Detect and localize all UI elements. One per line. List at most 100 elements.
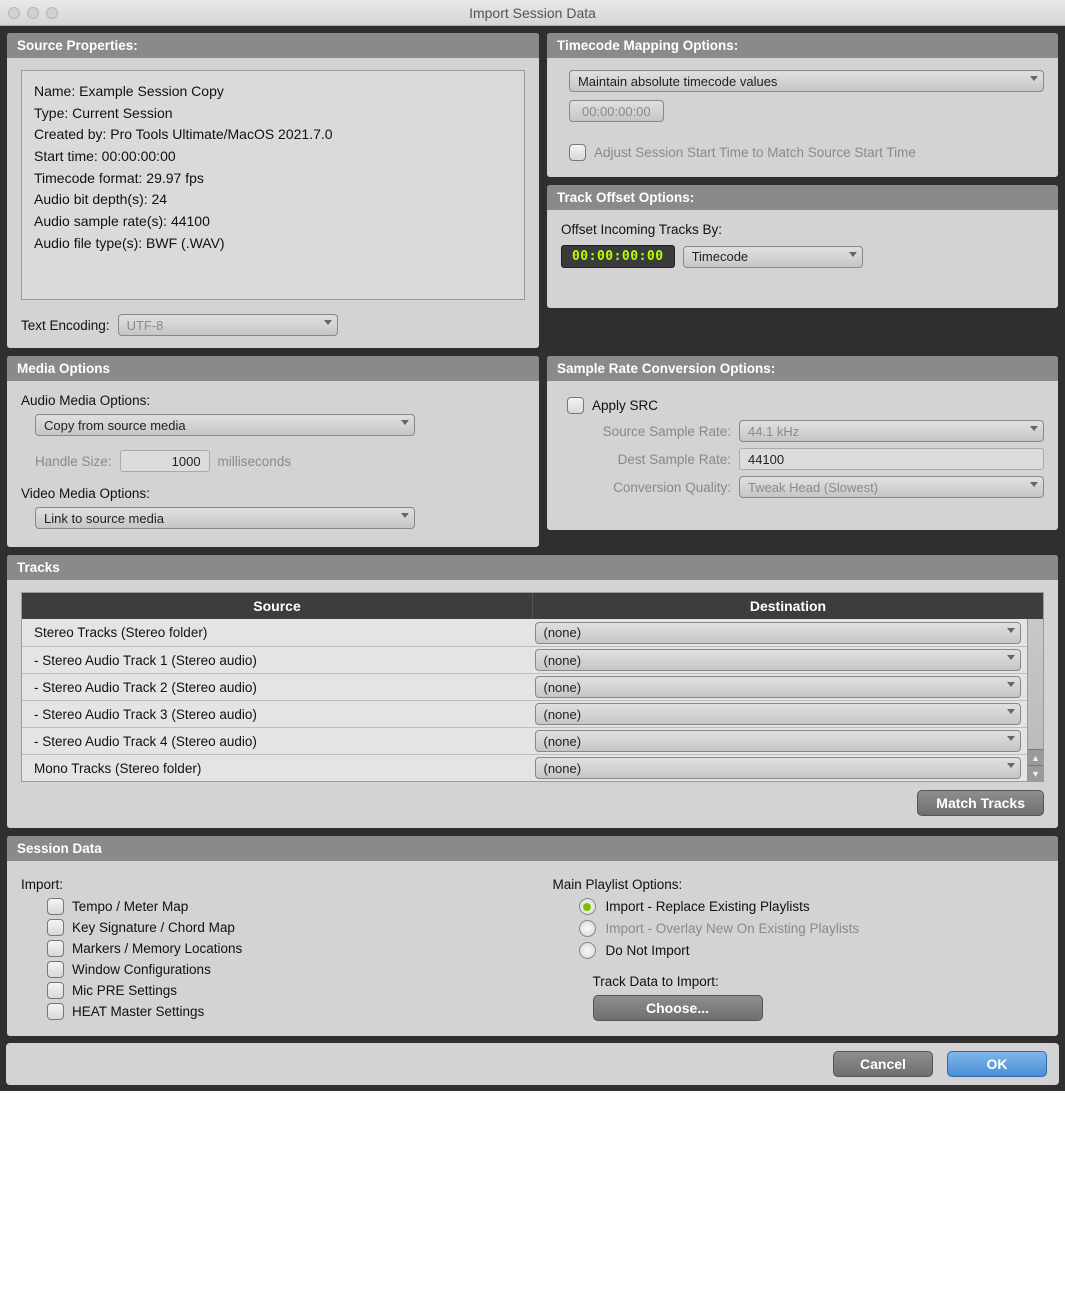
scroll-down-icon[interactable]: ▼	[1028, 765, 1043, 781]
title-bar: Import Session Data	[0, 0, 1065, 26]
track-destination-select[interactable]: (none)	[535, 676, 1022, 698]
prop-bit: Audio bit depth(s): 24	[34, 189, 512, 211]
col-source: Source	[22, 593, 532, 619]
timecode-mapping-header: Timecode Mapping Options:	[547, 33, 1058, 58]
tracks-panel: Tracks Source Destination Stereo Tracks …	[6, 554, 1059, 829]
window-title: Import Session Data	[0, 5, 1065, 21]
dialog-body: Source Properties: Name: Example Session…	[0, 26, 1065, 1091]
tempo-label: Tempo / Meter Map	[72, 899, 188, 914]
track-source-cell[interactable]: - Stereo Audio Track 1 (Stereo audio)	[22, 647, 533, 673]
dest-sr-input[interactable]	[739, 448, 1044, 470]
source-sr-label: Source Sample Rate:	[561, 424, 731, 439]
handle-size-unit: milliseconds	[218, 454, 292, 469]
key-checkbox[interactable]	[47, 919, 64, 936]
scroll-up-icon[interactable]: ▲	[1028, 749, 1043, 765]
markers-checkbox[interactable]	[47, 940, 64, 957]
table-row: - Stereo Audio Track 1 (Stereo audio)(no…	[22, 646, 1027, 673]
window-config-checkbox[interactable]	[47, 961, 64, 978]
offset-unit-select[interactable]: Timecode	[683, 246, 863, 268]
window-config-label: Window Configurations	[72, 962, 211, 977]
table-row: Mono Tracks (Stereo folder)(none)	[22, 754, 1027, 781]
track-destination-select[interactable]: (none)	[535, 622, 1022, 644]
table-row: - Stereo Audio Track 4 (Stereo audio)(no…	[22, 727, 1027, 754]
adjust-start-checkbox[interactable]	[569, 144, 586, 161]
offset-label: Offset Incoming Tracks By:	[561, 222, 1044, 237]
track-source-cell[interactable]: Mono Tracks (Stereo folder)	[22, 755, 533, 781]
markers-label: Markers / Memory Locations	[72, 941, 242, 956]
video-media-select[interactable]: Link to source media	[35, 507, 415, 529]
session-data-panel: Session Data Import: Tempo / Meter Map K…	[6, 835, 1059, 1037]
text-encoding-select[interactable]: UTF-8	[118, 314, 338, 336]
src-panel: Sample Rate Conversion Options: Apply SR…	[546, 355, 1059, 531]
track-source-cell[interactable]: - Stereo Audio Track 4 (Stereo audio)	[22, 728, 533, 754]
ok-button[interactable]: OK	[947, 1051, 1047, 1077]
source-sr-select[interactable]: 44.1 kHz	[739, 420, 1044, 442]
media-options-panel: Media Options Audio Media Options: Copy …	[6, 355, 540, 548]
offset-value-input[interactable]: 00:00:00:00	[561, 245, 675, 268]
prop-sr: Audio sample rate(s): 44100	[34, 211, 512, 233]
quality-select[interactable]: Tweak Head (Slowest)	[739, 476, 1044, 498]
video-media-label: Video Media Options:	[21, 486, 525, 501]
tracks-table: Source Destination Stereo Tracks (Stereo…	[21, 592, 1044, 782]
heat-label: HEAT Master Settings	[72, 1004, 204, 1019]
track-offset-header: Track Offset Options:	[547, 185, 1058, 210]
prop-name: Name: Example Session Copy	[34, 81, 512, 103]
quality-label: Conversion Quality:	[561, 480, 731, 495]
adjust-start-label: Adjust Session Start Time to Match Sourc…	[594, 145, 916, 160]
apply-src-checkbox[interactable]	[567, 397, 584, 414]
cancel-button[interactable]: Cancel	[833, 1051, 933, 1077]
track-offset-panel: Track Offset Options: Offset Incoming Tr…	[546, 184, 1059, 309]
source-properties-panel: Source Properties: Name: Example Session…	[6, 32, 540, 349]
heat-checkbox[interactable]	[47, 1003, 64, 1020]
session-data-header: Session Data	[7, 836, 1058, 861]
table-row: - Stereo Audio Track 2 (Stereo audio)(no…	[22, 673, 1027, 700]
tracks-scrollbar[interactable]: ▲ ▼	[1027, 619, 1043, 781]
text-encoding-label: Text Encoding:	[21, 318, 110, 333]
table-row: - Stereo Audio Track 3 (Stereo audio)(no…	[22, 700, 1027, 727]
tracks-header: Tracks	[7, 555, 1058, 580]
audio-media-select[interactable]: Copy from source media	[35, 414, 415, 436]
source-properties-box: Name: Example Session Copy Type: Current…	[21, 70, 525, 300]
prop-tcfmt: Timecode format: 29.97 fps	[34, 168, 512, 190]
source-properties-header: Source Properties:	[7, 33, 539, 58]
timecode-mode-select[interactable]: Maintain absolute timecode values	[569, 70, 1044, 92]
prop-created: Created by: Pro Tools Ultimate/MacOS 202…	[34, 124, 512, 146]
playlist-replace-label: Import - Replace Existing Playlists	[606, 899, 810, 914]
playlist-none-radio[interactable]	[579, 942, 596, 959]
playlist-label: Main Playlist Options:	[553, 877, 1045, 892]
playlist-replace-radio[interactable]	[579, 898, 596, 915]
col-destination: Destination	[532, 593, 1043, 619]
dialog-footer: Cancel OK	[6, 1043, 1059, 1085]
handle-size-label: Handle Size:	[35, 454, 112, 469]
track-source-cell[interactable]: - Stereo Audio Track 2 (Stereo audio)	[22, 674, 533, 700]
playlist-overlay-label: Import - Overlay New On Existing Playlis…	[606, 921, 860, 936]
track-destination-select[interactable]: (none)	[535, 649, 1022, 671]
tempo-checkbox[interactable]	[47, 898, 64, 915]
table-row: Stereo Tracks (Stereo folder)(none)	[22, 619, 1027, 646]
window-minimize-button[interactable]	[27, 7, 39, 19]
track-destination-select[interactable]: (none)	[535, 703, 1022, 725]
micpre-checkbox[interactable]	[47, 982, 64, 999]
dest-sr-label: Dest Sample Rate:	[561, 452, 731, 467]
track-data-label: Track Data to Import:	[593, 974, 1045, 989]
playlist-overlay-radio[interactable]	[579, 920, 596, 937]
src-header: Sample Rate Conversion Options:	[547, 356, 1058, 381]
timecode-mapping-panel: Timecode Mapping Options: Maintain absol…	[546, 32, 1059, 178]
track-source-cell[interactable]: - Stereo Audio Track 3 (Stereo audio)	[22, 701, 533, 727]
window-close-button[interactable]	[8, 7, 20, 19]
handle-size-input[interactable]	[120, 450, 210, 472]
prop-ftype: Audio file type(s): BWF (.WAV)	[34, 233, 512, 255]
key-label: Key Signature / Chord Map	[72, 920, 235, 935]
track-destination-select[interactable]: (none)	[535, 757, 1022, 779]
micpre-label: Mic PRE Settings	[72, 983, 177, 998]
import-label: Import:	[21, 877, 513, 892]
track-destination-select[interactable]: (none)	[535, 730, 1022, 752]
choose-button[interactable]: Choose...	[593, 995, 763, 1021]
window-zoom-button[interactable]	[46, 7, 58, 19]
prop-type: Type: Current Session	[34, 103, 512, 125]
track-source-cell[interactable]: Stereo Tracks (Stereo folder)	[22, 619, 533, 646]
match-tracks-button[interactable]: Match Tracks	[917, 790, 1044, 816]
playlist-none-label: Do Not Import	[606, 943, 690, 958]
prop-start: Start time: 00:00:00:00	[34, 146, 512, 168]
apply-src-label: Apply SRC	[592, 398, 658, 413]
